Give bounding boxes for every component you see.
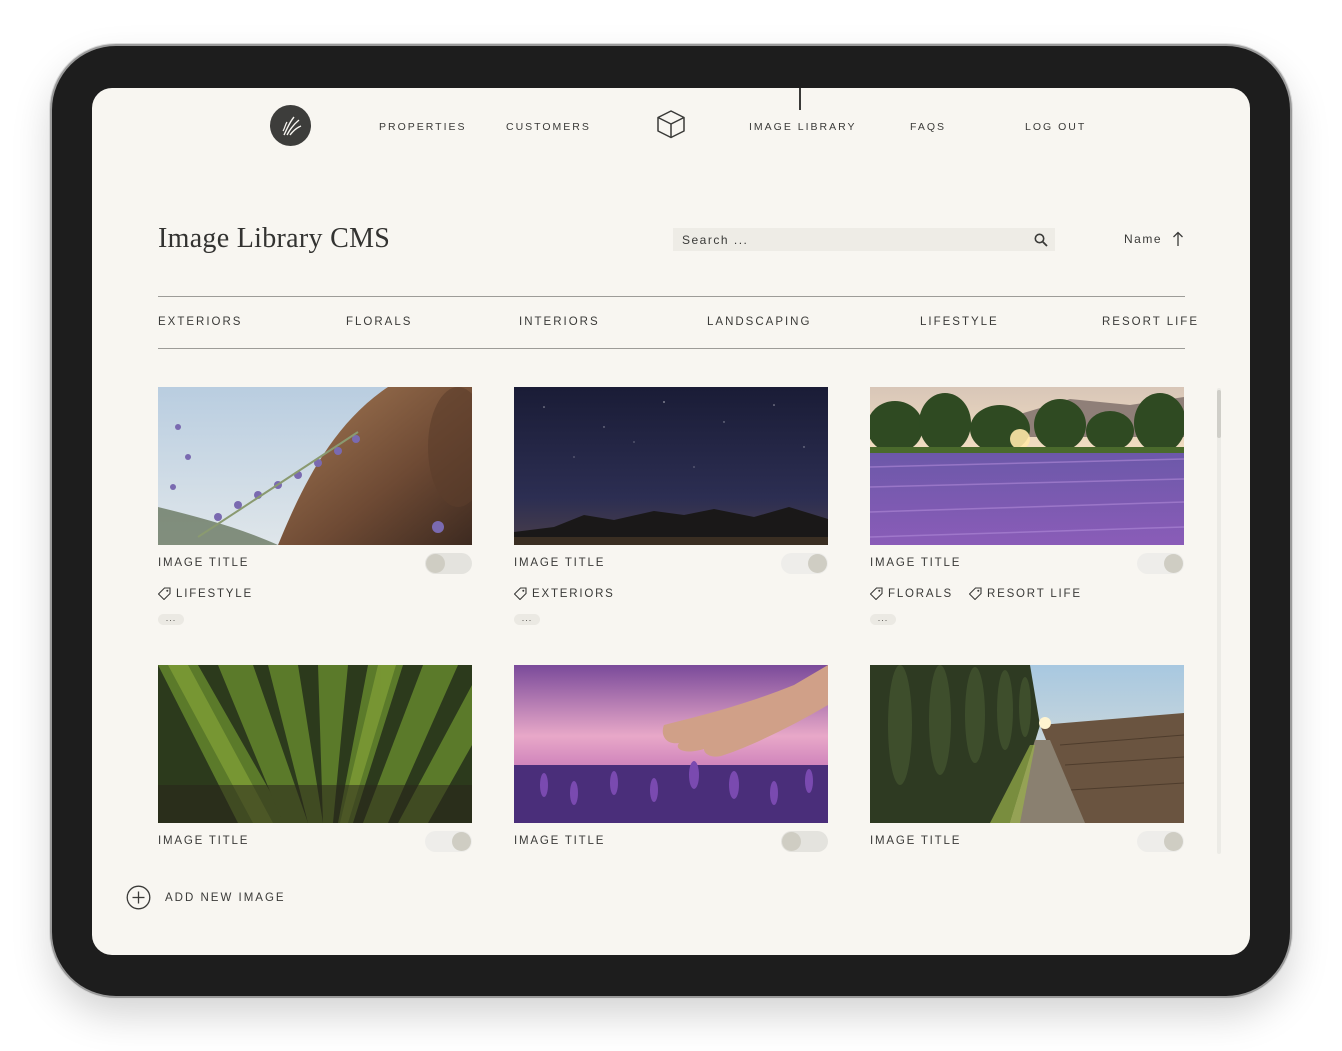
page-title: Image Library CMS — [158, 223, 391, 254]
nav-link-customers[interactable]: CUSTOMERS — [506, 121, 591, 133]
image-card: IMAGE TITLE LIFESTYLE ... — [158, 387, 472, 625]
tag-label: LIFESTYLE — [176, 587, 253, 600]
tag-label: EXTERIORS — [532, 587, 615, 600]
visibility-toggle[interactable] — [1137, 553, 1184, 574]
category-tab-landscaping[interactable]: LANDSCAPING — [707, 316, 811, 328]
image-title: IMAGE TITLE — [870, 557, 962, 569]
toggle-knob — [1164, 832, 1183, 851]
image-thumbnail[interactable] — [158, 665, 472, 823]
image-thumbnail[interactable] — [514, 387, 828, 545]
cube-icon[interactable] — [655, 108, 687, 140]
image-card: IMAGE TITLE — [158, 665, 472, 852]
lavender-sprig-logo-icon[interactable] — [270, 105, 311, 146]
toggle-knob — [1164, 554, 1183, 573]
toggle-knob — [452, 832, 471, 851]
image-card: IMAGE TITLE FLORALS RESORT LIFE ... — [870, 387, 1184, 625]
toggle-knob — [426, 554, 445, 573]
image-title: IMAGE TITLE — [514, 557, 606, 569]
category-tab-florals[interactable]: FLORALS — [346, 316, 412, 328]
more-options-button[interactable]: ... — [158, 614, 184, 625]
more-options-button[interactable]: ... — [870, 614, 896, 625]
search-input[interactable] — [680, 231, 1004, 248]
category-tab-interiors[interactable]: INTERIORS — [519, 316, 600, 328]
tag[interactable]: LIFESTYLE — [158, 587, 253, 600]
plus-circle-icon — [126, 885, 151, 910]
app-screen: PROPERTIES CUSTOMERS IMAGE LIBRARY FAQS … — [92, 88, 1250, 955]
category-tab-lifestyle[interactable]: LIFESTYLE — [920, 316, 999, 328]
image-thumbnail[interactable] — [514, 665, 828, 823]
tag-label: FLORALS — [888, 587, 954, 600]
tag-label: RESORT LIFE — [987, 587, 1082, 600]
category-bar-top-rule — [158, 296, 1185, 297]
tag[interactable]: EXTERIORS — [514, 587, 615, 600]
image-card: IMAGE TITLE — [514, 665, 828, 852]
visibility-toggle[interactable] — [1137, 831, 1184, 852]
search-box[interactable] — [673, 228, 1055, 251]
nav-link-log-out[interactable]: LOG OUT — [1025, 121, 1086, 133]
visibility-toggle[interactable] — [781, 831, 828, 852]
image-thumbnail[interactable] — [870, 387, 1184, 545]
toggle-knob — [808, 554, 827, 573]
tag-icon — [158, 587, 171, 600]
nav-active-indicator — [799, 88, 801, 110]
nav-link-properties[interactable]: PROPERTIES — [379, 121, 467, 133]
tag[interactable]: FLORALS — [870, 587, 953, 600]
image-title: IMAGE TITLE — [870, 835, 962, 847]
category-bar-bottom-rule — [158, 348, 1185, 349]
image-title: IMAGE TITLE — [158, 835, 250, 847]
more-options-button[interactable]: ... — [514, 614, 540, 625]
sort-label: Name — [1124, 232, 1163, 246]
image-thumbnail[interactable] — [870, 665, 1184, 823]
image-title: IMAGE TITLE — [514, 835, 606, 847]
tag-icon — [969, 587, 982, 600]
add-new-image-button[interactable]: ADD NEW IMAGE — [126, 885, 286, 910]
tag-list: EXTERIORS — [514, 587, 615, 600]
tag[interactable]: RESORT LIFE — [969, 587, 1082, 600]
arrow-up-icon — [1172, 231, 1184, 247]
tag-list: LIFESTYLE — [158, 587, 253, 600]
tag-icon — [870, 587, 883, 600]
image-title: IMAGE TITLE — [158, 557, 250, 569]
visibility-toggle[interactable] — [781, 553, 828, 574]
category-tab-exteriors[interactable]: EXTERIORS — [158, 316, 242, 328]
add-new-image-label: ADD NEW IMAGE — [165, 891, 286, 904]
image-card: IMAGE TITLE — [870, 665, 1184, 852]
scrollbar-thumb[interactable] — [1217, 390, 1221, 438]
tag-list: FLORALS RESORT LIFE — [870, 587, 1082, 600]
search-icon[interactable] — [1034, 233, 1048, 247]
sort-control[interactable]: Name — [1124, 231, 1184, 247]
category-tab-resort-life[interactable]: RESORT LIFE — [1102, 316, 1199, 328]
image-card: IMAGE TITLE EXTERIORS ... — [514, 387, 828, 625]
toggle-knob — [782, 832, 801, 851]
nav-link-image-library[interactable]: IMAGE LIBRARY — [749, 121, 857, 133]
tag-icon — [514, 587, 527, 600]
nav-link-faqs[interactable]: FAQS — [910, 121, 946, 133]
scrollbar-track[interactable] — [1217, 388, 1221, 854]
visibility-toggle[interactable] — [425, 553, 472, 574]
visibility-toggle[interactable] — [425, 831, 472, 852]
image-thumbnail[interactable] — [158, 387, 472, 545]
